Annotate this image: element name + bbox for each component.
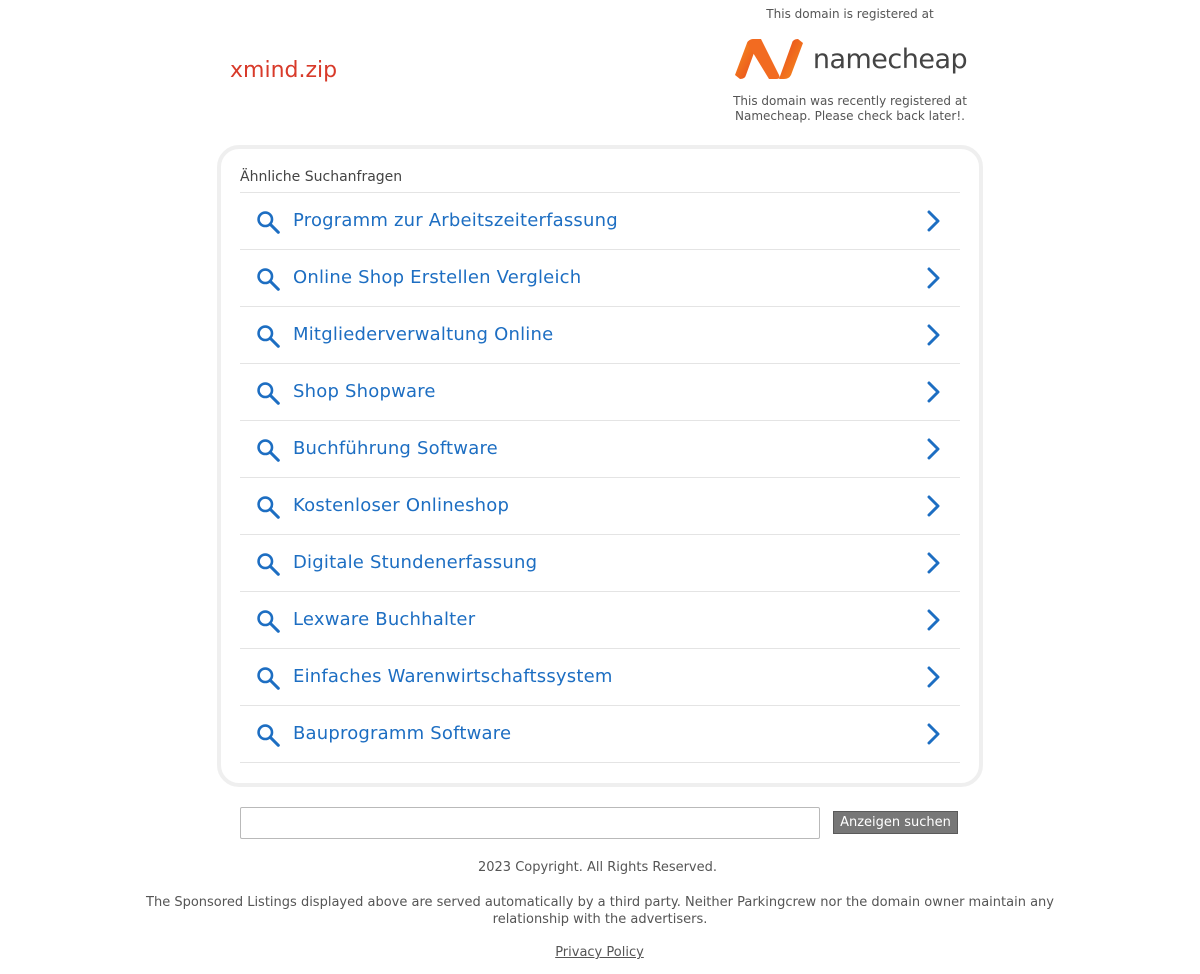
privacy-policy-link[interactable]: Privacy Policy [0, 945, 1199, 960]
related-search-label: Online Shop Erstellen Vergleich [293, 267, 582, 288]
related-search-item[interactable]: Lexware Buchhalter [240, 592, 960, 649]
related-search-label: Shop Shopware [293, 381, 436, 402]
related-search-item[interactable]: Online Shop Erstellen Vergleich [240, 250, 960, 307]
related-search-item[interactable]: Buchführung Software [240, 421, 960, 478]
related-searches-list: Programm zur Arbeitszeiterfassung Online … [240, 192, 960, 763]
related-search-item[interactable]: Digitale Stundenerfassung [240, 535, 960, 592]
registrar-box: This domain is registered at namecheap T… [720, 6, 980, 124]
related-search-item[interactable]: Mitgliederverwaltung Online [240, 307, 960, 364]
search-icon [257, 553, 280, 576]
related-search-item[interactable]: Shop Shopware [240, 364, 960, 421]
chevron-right-icon [927, 495, 940, 517]
related-search-label: Buchführung Software [293, 438, 498, 459]
related-search-item[interactable]: Bauprogramm Software [240, 706, 960, 763]
search-icon [257, 610, 280, 633]
namecheap-logo-text: namecheap [812, 43, 968, 75]
related-searches-title: Ähnliche Suchanfragen [240, 169, 403, 185]
related-search-label: Mitgliederverwaltung Online [293, 324, 554, 345]
chevron-right-icon [927, 609, 940, 631]
search-ads-button[interactable]: Anzeigen suchen [833, 811, 958, 834]
chevron-right-icon [927, 381, 940, 403]
chevron-right-icon [927, 324, 940, 346]
search-icon [257, 211, 280, 234]
search-icon [257, 724, 280, 747]
related-search-item[interactable]: Kostenloser Onlineshop [240, 478, 960, 535]
search-input[interactable] [240, 807, 820, 839]
search-icon [257, 382, 280, 405]
sponsored-disclaimer-text: The Sponsored Listings displayed above a… [146, 895, 1054, 927]
related-search-label: Programm zur Arbeitszeiterfassung [293, 210, 618, 231]
related-search-label: Digitale Stundenerfassung [293, 552, 538, 573]
search-icon [257, 496, 280, 519]
chevron-right-icon [927, 666, 940, 688]
chevron-right-icon [927, 552, 940, 574]
related-search-item[interactable]: Programm zur Arbeitszeiterfassung [240, 193, 960, 250]
namecheap-logo[interactable]: namecheap [720, 24, 980, 94]
related-searches-box: Ähnliche Suchanfragen Programm zur Arbei… [217, 145, 983, 787]
related-search-label: Lexware Buchhalter [293, 609, 476, 630]
related-search-label: Bauprogramm Software [293, 723, 512, 744]
search-icon [257, 325, 280, 348]
chevron-right-icon [927, 210, 940, 232]
registrar-intro-text: This domain is registered at [766, 7, 934, 21]
namecheap-logo-mark-icon [734, 39, 803, 79]
related-search-label: Einfaches Warenwirtschaftssystem [293, 666, 613, 687]
chevron-right-icon [927, 267, 940, 289]
parked-domain-page: xmind.zip This domain is registered at n… [0, 0, 1200, 974]
copyright-text: 2023 Copyright. All Rights Reserved. [477, 860, 718, 875]
related-search-label: Kostenloser Onlineshop [293, 495, 510, 516]
search-icon [257, 439, 280, 462]
search-icon [257, 268, 280, 291]
related-search-item[interactable]: Einfaches Warenwirtschaftssystem [240, 649, 960, 706]
chevron-right-icon [927, 723, 940, 745]
domain-name-title: xmind.zip [230, 58, 338, 83]
registrar-note-text: This domain was recently registered at N… [733, 94, 967, 123]
search-icon [257, 667, 280, 690]
chevron-right-icon [927, 438, 940, 460]
